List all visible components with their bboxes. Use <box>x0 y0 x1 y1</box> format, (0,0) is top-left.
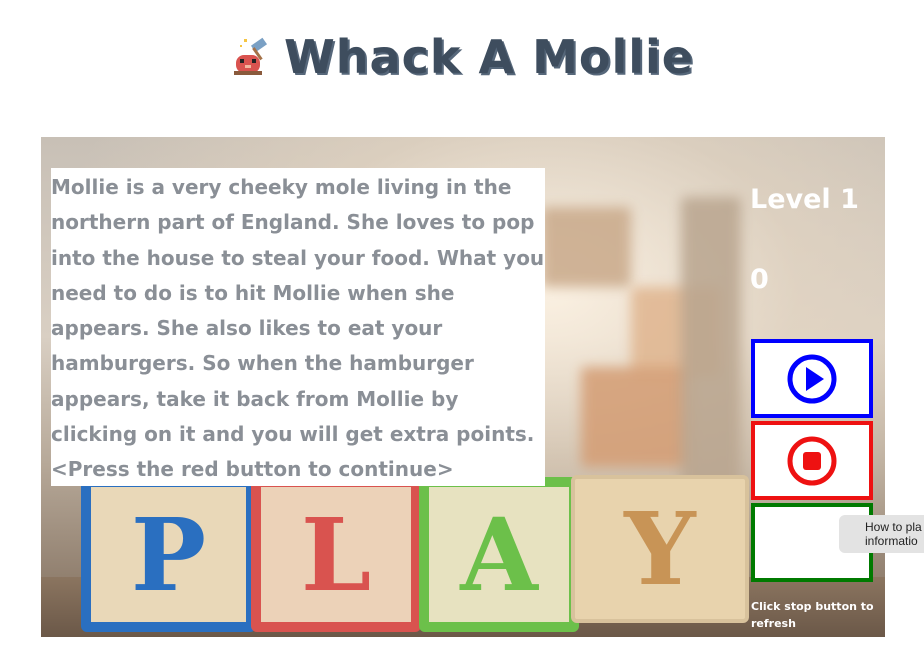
level-indicator: Level 1 <box>750 184 859 215</box>
play-icon <box>787 354 837 403</box>
play-button[interactable] <box>751 339 873 418</box>
mole-hammer-icon <box>234 37 268 75</box>
block-letter: Y <box>624 490 696 608</box>
stop-hint-text: Click stop button to refresh <box>751 600 874 630</box>
block-letter: P <box>130 495 207 614</box>
intro-line: clicking on it and you will get extra po… <box>51 422 535 447</box>
block-letter: L <box>300 495 372 614</box>
background-decoration <box>681 197 741 497</box>
toy-block-y: Y <box>571 475 749 623</box>
background-decoration <box>541 207 631 287</box>
page-title: Whack A Mollie <box>284 30 694 84</box>
toy-block-l: L <box>251 477 421 632</box>
intro-text: Mollie is a very cheeky mole living in t… <box>51 170 551 488</box>
page-header: Whack A Mollie <box>0 22 924 92</box>
how-to-play-tooltip: How to pla informatio <box>839 515 924 553</box>
block-letter: A <box>460 495 538 614</box>
toy-block-a: A <box>419 477 579 632</box>
intro-line: appears. She also likes to eat your <box>51 316 443 341</box>
intro-line: hamburgers. So when the hamburger <box>51 351 474 376</box>
score-counter: 0 <box>750 264 769 295</box>
intro-line: into the house to steal your food. What … <box>51 245 545 270</box>
intro-line: Mollie is a very cheeky mole living in t… <box>51 175 512 199</box>
continue-prompt: <Press the red button to continue> <box>51 457 454 482</box>
intro-line: northern part of England. She loves to p… <box>51 210 535 235</box>
background-decoration <box>581 367 691 467</box>
intro-line: need to do is to hit Mollie when she <box>51 280 455 305</box>
stop-button[interactable] <box>751 421 873 500</box>
intro-line: appears, take it back from Mollie by <box>51 386 459 411</box>
toy-block-p: P <box>81 477 256 632</box>
stop-icon <box>787 436 837 485</box>
